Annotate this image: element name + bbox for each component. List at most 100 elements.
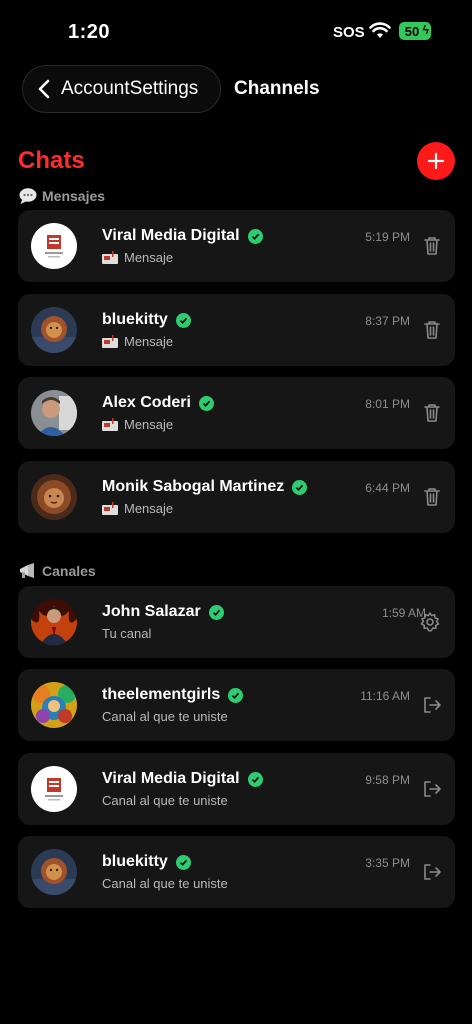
channel-name-text: Viral Media Digital	[102, 770, 240, 787]
channel-item[interactable]: bluekitty Canal al que te uniste 3:35 PM	[18, 836, 455, 908]
battery-level: 50	[404, 23, 420, 39]
channel-item[interactable]: theelementgirls Canal al que te uniste 1…	[18, 669, 455, 741]
message-item[interactable]: Monik Sabogal Martinez Mensaje 6:44 PM	[18, 461, 455, 533]
channel-name: theelementgirls	[102, 686, 244, 704]
channel-time: 3:35 PM	[365, 856, 410, 870]
chevron-left-icon	[38, 79, 50, 99]
chat-time: 8:37 PM	[365, 314, 410, 328]
channel-item[interactable]: Viral Media Digital Canal al que te unis…	[18, 753, 455, 825]
chat-time: 5:19 PM	[365, 230, 410, 244]
speech-bubble-icon	[19, 188, 37, 204]
page-header-title: Channels	[234, 78, 320, 99]
chat-name-text: Alex Coderi	[102, 394, 191, 411]
gear-icon[interactable]	[419, 611, 441, 633]
status-bar: 1:20 SOS 50 ϟ	[0, 0, 472, 60]
verified-badge-icon	[292, 479, 308, 495]
message-item[interactable]: Viral Media Digital Mensaje 5:19 PM	[18, 210, 455, 282]
man-photo	[31, 390, 77, 436]
chat-subtitle-text: Mensaje	[124, 417, 174, 432]
channel-item[interactable]: John Salazar Tu canal 1:59 AM	[18, 586, 455, 658]
avatar	[31, 849, 77, 895]
channel-time: 9:58 PM	[365, 773, 410, 787]
chat-time: 6:44 PM	[365, 481, 410, 495]
mailbox-icon	[102, 335, 118, 348]
section-channels-label: Canales	[18, 562, 96, 580]
leave-icon[interactable]	[421, 694, 443, 716]
status-time: 1:20	[68, 21, 111, 43]
channel-name: John Salazar	[102, 603, 224, 621]
avatar	[31, 766, 77, 812]
wifi-icon	[369, 22, 391, 38]
viral-media-logo	[31, 223, 77, 269]
add-chat-button[interactable]	[417, 142, 455, 180]
chat-name: Viral Media Digital	[102, 227, 263, 245]
page-title: Chats	[18, 147, 85, 174]
chat-subtitle-text: Mensaje	[124, 250, 174, 265]
chat-subtitle-text: Mensaje	[124, 501, 174, 516]
chat-subtitle-text: Mensaje	[124, 334, 174, 349]
colorful-girls	[31, 682, 77, 728]
man-suit-fire	[31, 599, 77, 645]
chat-time: 8:01 PM	[365, 397, 410, 411]
trash-icon[interactable]	[421, 319, 443, 341]
chat-subtitle: Mensaje	[102, 250, 173, 265]
chat-name-text: Monik Sabogal Martinez	[102, 478, 285, 495]
chat-subtitle: Mensaje	[102, 501, 173, 516]
chat-name: Monik Sabogal Martinez	[102, 478, 308, 496]
section-messages-text: Mensajes	[42, 188, 106, 204]
channel-time: 11:16 AM	[360, 689, 410, 703]
leave-icon[interactable]	[421, 861, 443, 883]
verified-badge-icon	[228, 687, 244, 703]
verified-badge-icon	[175, 854, 191, 870]
message-item[interactable]: Alex Coderi Mensaje 8:01 PM	[18, 377, 455, 449]
avatar	[31, 223, 77, 269]
message-item[interactable]: bluekitty Mensaje 8:37 PM	[18, 294, 455, 366]
trash-icon[interactable]	[421, 402, 443, 424]
avatar	[31, 599, 77, 645]
lion-artwork	[31, 474, 77, 520]
chat-subtitle: Mensaje	[102, 334, 173, 349]
avatar	[31, 390, 77, 436]
chat-name-text: bluekitty	[102, 311, 168, 328]
channel-name-text: theelementgirls	[102, 686, 221, 703]
channel-name: bluekitty	[102, 853, 191, 871]
charging-icon: ϟ	[422, 23, 429, 37]
channel-time: 1:59 AM	[381, 606, 426, 620]
lion-image	[31, 849, 77, 895]
chat-name: bluekitty	[102, 311, 191, 329]
mailbox-icon	[102, 418, 118, 431]
leave-icon[interactable]	[421, 778, 443, 800]
chat-subtitle: Mensaje	[102, 417, 173, 432]
battery-indicator: 50 ϟ	[399, 22, 431, 40]
verified-badge-icon	[208, 604, 224, 620]
verified-badge-icon	[247, 228, 263, 244]
verified-badge-icon	[175, 312, 191, 328]
channel-name: Viral Media Digital	[102, 770, 263, 788]
megaphone-icon	[20, 563, 34, 578]
trash-icon[interactable]	[421, 486, 443, 508]
avatar	[31, 307, 77, 353]
channel-subtitle: Canal al que te uniste	[102, 793, 228, 808]
channel-name-text: bluekitty	[102, 853, 168, 870]
channel-subtitle: Tu canal	[102, 626, 152, 641]
section-channels-text: Canales	[42, 563, 96, 579]
avatar	[31, 682, 77, 728]
trash-icon[interactable]	[421, 235, 443, 257]
section-messages-label: Mensajes	[18, 187, 105, 205]
viral-media-logo	[31, 766, 77, 812]
channel-subtitle: Canal al que te uniste	[102, 876, 228, 891]
verified-badge-icon	[198, 395, 214, 411]
verified-badge-icon	[247, 771, 263, 787]
channel-subtitle: Canal al que te uniste	[102, 709, 228, 724]
back-button[interactable]: AccountSettings	[22, 65, 221, 113]
carrier-label: SOS	[333, 24, 365, 41]
chat-name: Alex Coderi	[102, 394, 214, 412]
lion-image	[31, 307, 77, 353]
mailbox-icon	[102, 251, 118, 264]
plus-icon	[427, 152, 445, 170]
avatar	[31, 474, 77, 520]
channel-name-text: John Salazar	[102, 603, 201, 620]
back-button-label: AccountSettings	[61, 78, 199, 99]
chat-name-text: Viral Media Digital	[102, 227, 240, 244]
mailbox-icon	[102, 502, 118, 515]
